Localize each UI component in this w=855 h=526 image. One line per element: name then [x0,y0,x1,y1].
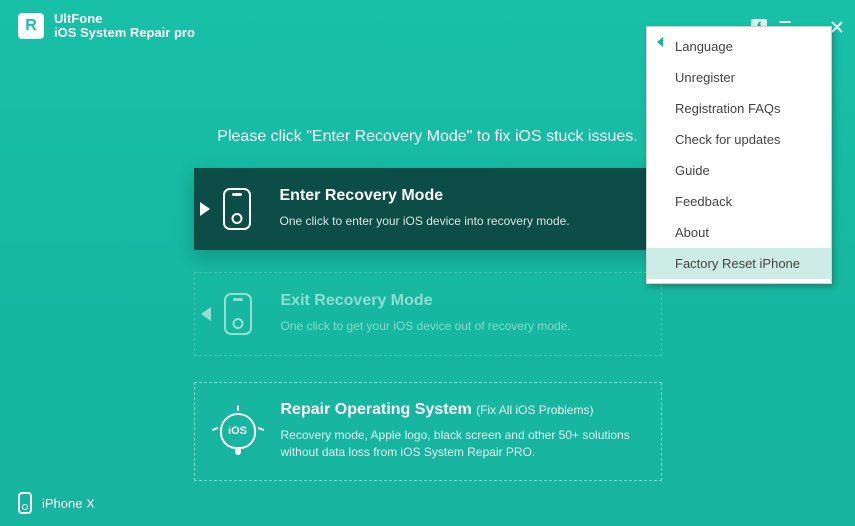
repair-os-title-text: Repair Operating System [281,401,472,418]
enter-recovery-desc: One click to enter your iOS device into … [280,213,570,230]
enter-recovery-title: Enter Recovery Mode [280,187,570,205]
enter-recovery-icon [214,186,260,232]
bulb-icon: iOS [220,413,256,449]
menu-list: Language Unregister Registration FAQs Ch… [647,27,831,283]
brand-line1: UltFone [54,11,102,26]
menu-item-factory-reset[interactable]: Factory Reset iPhone [647,248,831,279]
menu-item-about[interactable]: About [647,217,831,248]
repair-os-title: Repair Operating System (Fix All iOS Pro… [281,401,641,419]
repair-os-subtitle: (Fix All iOS Problems) [476,403,593,417]
app-window: R UltFone iOS System Repair pro f Please… [0,0,855,526]
exit-recovery-desc: One click to get your iOS device out of … [281,318,571,335]
enter-recovery-card[interactable]: Enter Recovery Mode One click to enter y… [194,168,662,250]
menu-item-feedback[interactable]: Feedback [647,186,831,217]
app-logo: R [18,13,44,39]
device-name: iPhone X [42,496,95,511]
repair-os-icon: iOS [215,408,261,454]
menu-item-unregister[interactable]: Unregister [647,62,831,93]
menu-item-guide[interactable]: Guide [647,155,831,186]
device-icon [18,492,32,514]
repair-os-card[interactable]: iOS Repair Operating System (Fix All iOS… [194,382,662,481]
exit-recovery-title: Exit Recovery Mode [281,292,571,310]
exit-recovery-icon [215,291,261,337]
repair-os-desc: Recovery mode, Apple logo, black screen … [281,427,641,462]
menu-item-language[interactable]: Language [647,31,831,62]
brand: R UltFone iOS System Repair pro [18,12,195,41]
brand-line2: iOS System Repair pro [54,26,195,40]
menu-item-registration-faqs[interactable]: Registration FAQs [647,93,831,124]
submenu-arrow-icon [657,37,663,47]
app-title: UltFone iOS System Repair pro [54,12,195,41]
hamburger-menu: Language Unregister Registration FAQs Ch… [646,26,832,284]
exit-recovery-card: Exit Recovery Mode One click to get your… [194,272,662,356]
menu-item-check-updates[interactable]: Check for updates [647,124,831,155]
footer-device: iPhone X [18,492,95,514]
